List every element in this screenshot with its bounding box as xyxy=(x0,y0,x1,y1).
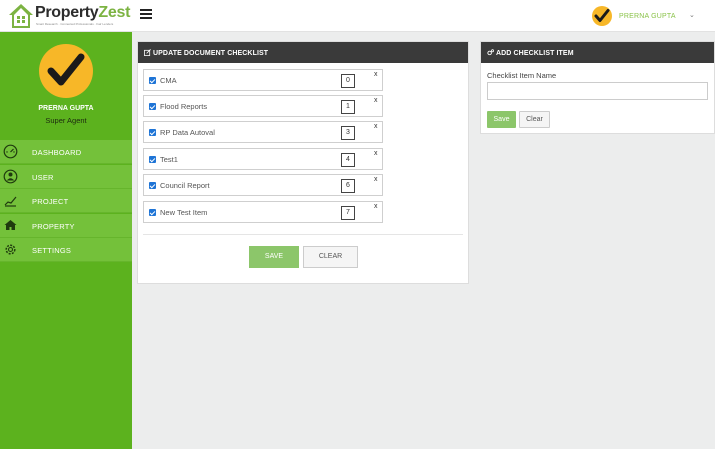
checklist-row: Flood Reports 1 x xyxy=(143,95,383,117)
save-button[interactable]: SAVE xyxy=(249,246,299,268)
remove-item-button[interactable]: x xyxy=(374,97,378,104)
checklist-row: Council Report 6 x xyxy=(143,174,383,196)
sidebar-item-label: DASHBOARD xyxy=(32,148,82,157)
checklist-label: Flood Reports xyxy=(160,102,208,111)
brand-tagline: Smart Research · Connected Professionals… xyxy=(36,22,114,26)
checklist-row: New Test Item 7 x xyxy=(143,201,383,223)
checklist-row: RP Data Autoval 3 x xyxy=(143,121,383,143)
sidebar-item-label: PROPERTY xyxy=(32,221,75,231)
sidebar-item-label: SETTINGS xyxy=(32,246,72,255)
checklist-label: Council Report xyxy=(160,181,210,190)
sidebar-item-user[interactable]: USER xyxy=(0,164,132,189)
checklist-row: Test1 4 x xyxy=(143,148,383,170)
checklist-checkbox[interactable] xyxy=(149,156,156,163)
panel-header: UPDATE DOCUMENT CHECKLIST xyxy=(138,42,468,63)
add-checklist-panel: ADD CHECKLIST ITEM Checklist Item Name S… xyxy=(480,41,715,134)
checklist-label: New Test Item xyxy=(160,208,208,217)
brand-name-first: Property xyxy=(35,4,99,21)
property-zest-logo[interactable]: PropertyZest Smart Research · Connected … xyxy=(8,3,133,29)
brand-name-second: Zest xyxy=(98,4,131,21)
checklist-item-name-input[interactable] xyxy=(487,82,708,100)
chevron-down-icon[interactable]: ⌄ xyxy=(689,11,695,19)
panel-title: ADD CHECKLIST ITEM xyxy=(496,50,574,57)
remove-item-button[interactable]: x xyxy=(374,71,378,78)
sidebar-item-settings[interactable]: SETTINGS xyxy=(0,238,132,262)
project-icon xyxy=(4,196,17,207)
sidebar-item-label: PROJECT xyxy=(32,197,69,206)
checklist-label: Test1 xyxy=(160,155,178,164)
top-bar: PropertyZest Smart Research · Connected … xyxy=(0,0,715,32)
checklist-checkbox[interactable] xyxy=(149,209,156,216)
sidebar-item-project[interactable]: PROJECT xyxy=(0,189,132,213)
sidebar-item-property[interactable]: PROPERTY xyxy=(0,213,132,238)
update-checklist-panel: UPDATE DOCUMENT CHECKLIST CMA 0 x Flood … xyxy=(137,41,469,284)
divider xyxy=(143,234,463,235)
remove-item-button[interactable]: x xyxy=(374,123,378,130)
dashboard-icon xyxy=(3,144,18,159)
clear-button[interactable]: Clear xyxy=(519,111,550,128)
clear-button[interactable]: CLEAR xyxy=(303,246,358,268)
property-icon xyxy=(4,219,17,230)
sidebar: PRERNA GUPTA Super Agent DASHBOARD USER … xyxy=(0,32,132,449)
edit-icon xyxy=(144,49,151,56)
menu-toggle-icon[interactable] xyxy=(140,9,152,21)
user-name: PRERNA GUPTA xyxy=(619,12,676,20)
order-input[interactable]: 1 xyxy=(341,100,355,114)
order-input[interactable]: 3 xyxy=(341,126,355,140)
brand-name: PropertyZest xyxy=(35,4,130,22)
remove-item-button[interactable]: x xyxy=(374,150,378,157)
checklist-item-name-label: Checklist Item Name xyxy=(487,71,557,80)
sidebar-nav: DASHBOARD USER PROJECT PROPERTY SETTINGS xyxy=(0,140,132,262)
user-avatar xyxy=(592,6,612,26)
profile-avatar xyxy=(39,44,93,98)
panel-header: ADD CHECKLIST ITEM xyxy=(481,42,714,63)
order-input[interactable]: 7 xyxy=(341,206,355,220)
checklist-checkbox[interactable] xyxy=(149,77,156,84)
checklist-checkbox[interactable] xyxy=(149,182,156,189)
checklist-label: RP Data Autoval xyxy=(160,128,215,137)
order-input[interactable]: 4 xyxy=(341,153,355,167)
sidebar-item-label: USER xyxy=(32,172,54,182)
sidebar-profile: PRERNA GUPTA Super Agent xyxy=(0,32,132,140)
checklist-label: CMA xyxy=(160,76,177,85)
remove-item-button[interactable]: x xyxy=(374,176,378,183)
remove-item-button[interactable]: x xyxy=(374,203,378,210)
user-menu[interactable]: PRERNA GUPTA ⌄ xyxy=(592,5,695,27)
profile-name: PRERNA GUPTA xyxy=(38,105,94,112)
order-input[interactable]: 0 xyxy=(341,74,355,88)
user-icon xyxy=(3,169,18,183)
house-logo-icon xyxy=(9,4,33,28)
checklist-checkbox[interactable] xyxy=(149,103,156,110)
cogs-icon xyxy=(487,49,494,56)
save-button[interactable]: Save xyxy=(487,111,516,128)
gear-icon xyxy=(5,244,16,255)
panel-title: UPDATE DOCUMENT CHECKLIST xyxy=(153,50,269,57)
sidebar-item-dashboard[interactable]: DASHBOARD xyxy=(0,140,132,164)
profile-role: Super Agent xyxy=(45,116,87,125)
checklist-row: CMA 0 x xyxy=(143,69,383,91)
order-input[interactable]: 6 xyxy=(341,179,355,193)
checklist-checkbox[interactable] xyxy=(149,129,156,136)
